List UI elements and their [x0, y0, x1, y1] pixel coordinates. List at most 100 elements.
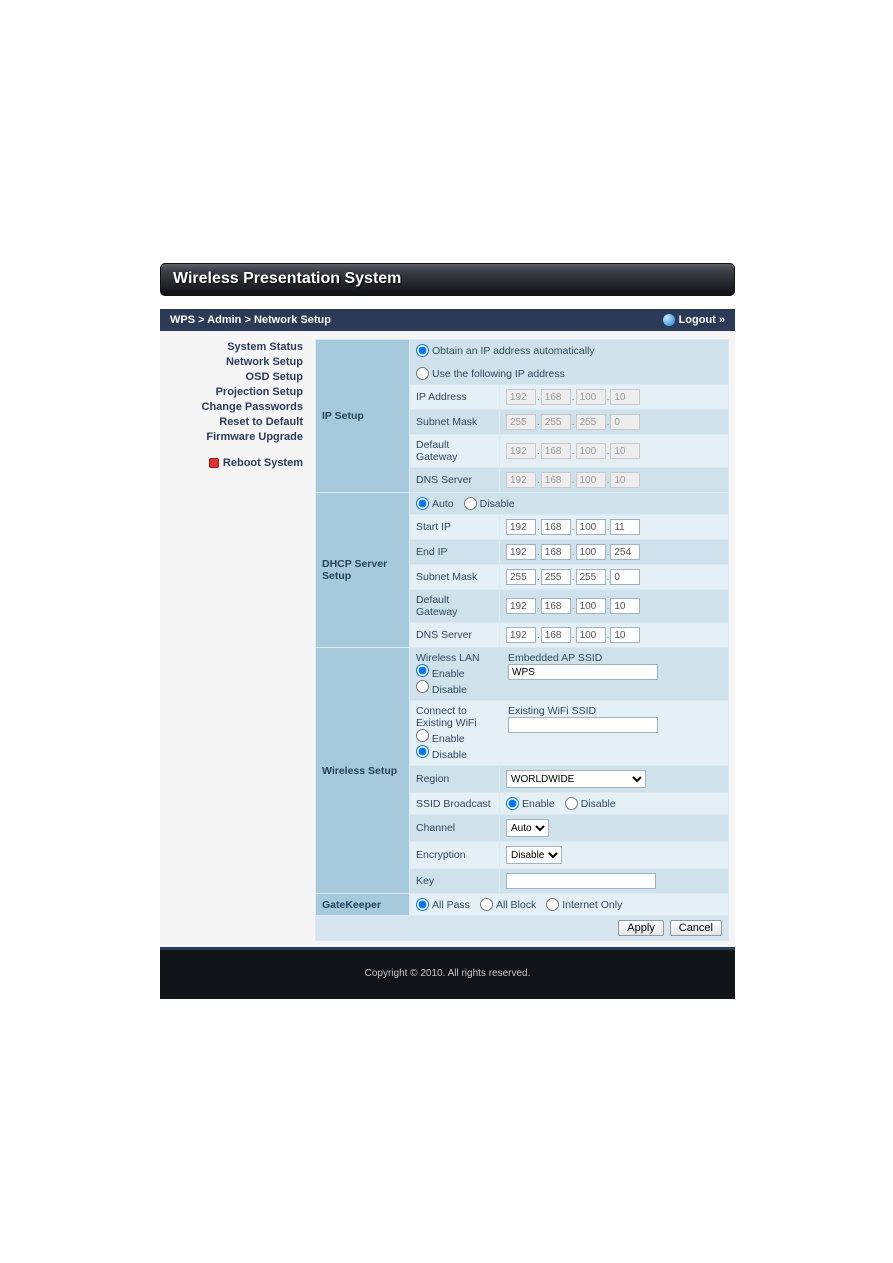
wlan-enable[interactable]: Enable — [416, 668, 465, 680]
gateway-oct3[interactable] — [576, 443, 606, 459]
dhcp-gateway-oct3[interactable] — [576, 598, 606, 614]
ssid-broadcast-label: SSID Broadcast — [410, 793, 500, 815]
dhcp-auto[interactable]: Auto — [416, 497, 454, 510]
connect-disable[interactable]: Disable — [416, 749, 467, 761]
logout-link[interactable]: Logout » — [663, 314, 725, 326]
gk-all-block-radio[interactable] — [480, 898, 493, 911]
globe-icon — [663, 314, 675, 326]
breadcrumb-bar: WPS > Admin > Network Setup Logout » — [160, 309, 735, 331]
key-input[interactable] — [506, 873, 656, 889]
sidebar-item-projection-setup[interactable]: Projection Setup — [166, 386, 303, 398]
end-ip-oct1[interactable] — [506, 544, 536, 560]
sidebar-item-reset-default[interactable]: Reset to Default — [166, 416, 303, 428]
channel-label: Channel — [410, 815, 500, 842]
subnet-oct4[interactable] — [610, 414, 640, 430]
end-ip-label: End IP — [410, 540, 500, 565]
connect-disable-radio[interactable] — [416, 745, 429, 758]
app-title: Wireless Presentation System — [173, 270, 401, 287]
sidebar-item-network-setup[interactable]: Network Setup — [166, 356, 303, 368]
gateway-oct4[interactable] — [610, 443, 640, 459]
embedded-ssid-input[interactable] — [508, 664, 658, 680]
section-dhcp: DHCP Server Setup — [316, 493, 410, 648]
start-ip-oct3[interactable] — [576, 519, 606, 535]
footer: Copyright © 2010. All rights reserved. — [160, 947, 735, 999]
sidebar-item-system-status[interactable]: System Status — [166, 341, 303, 353]
dhcp-subnet-oct1[interactable] — [506, 569, 536, 585]
subnet-oct3[interactable] — [576, 414, 606, 430]
encryption-label: Encryption — [410, 842, 500, 869]
dns-oct2[interactable] — [541, 472, 571, 488]
ip-mode-auto-radio[interactable] — [416, 344, 429, 357]
wlan-disable-radio[interactable] — [416, 680, 429, 693]
gk-all-block[interactable]: All Block — [480, 898, 536, 911]
embedded-ssid-label: Embedded AP SSID — [508, 652, 722, 664]
start-ip-oct1[interactable] — [506, 519, 536, 535]
connect-enable[interactable]: Enable — [416, 733, 465, 745]
gk-internet-only[interactable]: Internet Only — [546, 898, 622, 911]
wlan-disable[interactable]: Disable — [416, 684, 467, 696]
dhcp-gateway-oct4[interactable] — [610, 598, 640, 614]
sidebar-item-firmware-upgrade[interactable]: Firmware Upgrade — [166, 431, 303, 443]
start-ip-oct2[interactable] — [541, 519, 571, 535]
dhcp-gateway-oct1[interactable] — [506, 598, 536, 614]
ip-address-oct1[interactable] — [506, 389, 536, 405]
ip-mode-manual[interactable]: Use the following IP address — [416, 367, 565, 380]
end-ip-input[interactable]: . . . — [506, 544, 722, 560]
dns-oct3[interactable] — [576, 472, 606, 488]
region-select[interactable]: WORLDWIDE — [506, 770, 646, 788]
section-ip-setup: IP Setup — [316, 340, 410, 493]
dns-oct4[interactable] — [610, 472, 640, 488]
gk-all-pass[interactable]: All Pass — [416, 898, 470, 911]
ip-address-oct2[interactable] — [541, 389, 571, 405]
encryption-select[interactable]: Disable — [506, 846, 562, 864]
dhcp-subnet-oct4[interactable] — [610, 569, 640, 585]
dhcp-dns-oct3[interactable] — [576, 627, 606, 643]
subnet-input[interactable]: . . . — [506, 414, 722, 430]
gateway-input[interactable]: . . . — [506, 443, 722, 459]
start-ip-input[interactable]: . . . — [506, 519, 722, 535]
existing-ssid-input[interactable] — [508, 717, 658, 733]
dhcp-subnet-oct3[interactable] — [576, 569, 606, 585]
dhcp-subnet-input[interactable]: . . . — [506, 569, 722, 585]
channel-select[interactable]: Auto — [506, 819, 549, 837]
ssid-bcast-disable[interactable]: Disable — [565, 797, 616, 810]
cancel-button[interactable]: Cancel — [670, 920, 722, 936]
sidebar-item-reboot[interactable]: Reboot System — [166, 457, 303, 469]
gateway-oct2[interactable] — [541, 443, 571, 459]
dhcp-subnet-oct2[interactable] — [541, 569, 571, 585]
end-ip-oct3[interactable] — [576, 544, 606, 560]
ip-address-oct3[interactable] — [576, 389, 606, 405]
start-ip-oct4[interactable] — [610, 519, 640, 535]
connect-enable-radio[interactable] — [416, 729, 429, 742]
apply-button[interactable]: Apply — [618, 920, 664, 936]
sidebar-item-change-passwords[interactable]: Change Passwords — [166, 401, 303, 413]
gk-internet-only-radio[interactable] — [546, 898, 559, 911]
end-ip-oct2[interactable] — [541, 544, 571, 560]
ip-address-oct4[interactable] — [610, 389, 640, 405]
gk-all-pass-radio[interactable] — [416, 898, 429, 911]
dhcp-auto-radio[interactable] — [416, 497, 429, 510]
ssid-bcast-enable[interactable]: Enable — [506, 797, 555, 810]
subnet-oct1[interactable] — [506, 414, 536, 430]
sidebar-item-osd-setup[interactable]: OSD Setup — [166, 371, 303, 383]
ip-address-input[interactable]: . . . — [506, 389, 722, 405]
dhcp-dns-input[interactable]: . . . — [506, 627, 722, 643]
ssid-bcast-disable-radio[interactable] — [565, 797, 578, 810]
dhcp-disable[interactable]: Disable — [464, 497, 515, 510]
ssid-bcast-enable-radio[interactable] — [506, 797, 519, 810]
gateway-oct1[interactable] — [506, 443, 536, 459]
dhcp-dns-oct4[interactable] — [610, 627, 640, 643]
dhcp-dns-oct1[interactable] — [506, 627, 536, 643]
end-ip-oct4[interactable] — [610, 544, 640, 560]
dhcp-gateway-input[interactable]: . . . — [506, 598, 722, 614]
ip-mode-manual-radio[interactable] — [416, 367, 429, 380]
dhcp-gateway-oct2[interactable] — [541, 598, 571, 614]
subnet-oct2[interactable] — [541, 414, 571, 430]
reboot-label: Reboot System — [223, 457, 303, 469]
wlan-enable-radio[interactable] — [416, 664, 429, 677]
dns-oct1[interactable] — [506, 472, 536, 488]
dhcp-dns-oct2[interactable] — [541, 627, 571, 643]
dhcp-disable-radio[interactable] — [464, 497, 477, 510]
ip-mode-auto[interactable]: Obtain an IP address automatically — [416, 344, 595, 357]
dns-input[interactable]: . . . — [506, 472, 722, 488]
